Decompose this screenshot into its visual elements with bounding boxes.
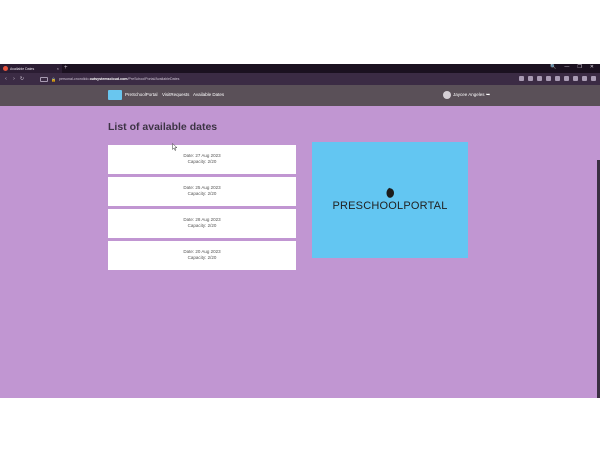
nav-brand-link[interactable]: PreSchoolPortal [125,92,158,97]
forward-icon[interactable]: › [10,76,18,82]
card-date: Date: 20 Aug 2023 [183,249,221,254]
extension-icon[interactable] [528,76,533,81]
url-domain: outsystemscloud.com [89,77,128,81]
logout-icon[interactable]: ➥ [486,92,490,98]
portal-logo-icon [386,187,394,198]
reload-icon[interactable]: ↻ [18,76,26,82]
nav-link-visit-requests[interactable]: VisitRequests [162,92,189,97]
card-capacity: Capacity: 2/20 [187,255,217,260]
extension-icon[interactable] [537,76,542,81]
address-bar: ‹ › ↻ 🔒 personal-cnondido.outsystemsclou… [0,73,600,85]
new-tab-icon[interactable]: + [64,65,68,71]
maximize-icon[interactable]: ❐ [577,65,581,70]
date-card[interactable]: Date: 27 Aug 2023 Capacity: 2/20 [108,145,296,174]
url-path: /PreSchoolPortal/AvailableDates [127,77,180,81]
close-window-icon[interactable]: ✕ [590,65,594,70]
extension-icon[interactable] [519,76,524,81]
card-date: Date: 28 Aug 2023 [183,217,221,222]
extension-icon[interactable] [573,76,578,81]
avatar[interactable] [443,91,451,99]
minimize-icon[interactable]: — [564,65,569,70]
date-card[interactable]: Date: 20 Aug 2023 Capacity: 2/20 [108,241,296,270]
mouse-cursor-icon [172,143,178,151]
url-text: personal-cnondido.outsystemscloud.com/Pr… [59,77,179,81]
extension-icon[interactable] [564,76,569,81]
extension-icons [519,76,596,81]
date-card[interactable]: Date: 25 Aug 2023 Capacity: 2/20 [108,177,296,206]
card-capacity: Capacity: 2/20 [187,223,217,228]
tab-bar: Available Dates × + 🔍 — ❐ ✕ [0,64,600,73]
tab-available-dates[interactable]: Available Dates × [0,64,62,73]
back-icon[interactable]: ‹ [2,76,10,82]
tab-close-icon[interactable]: × [57,66,59,71]
search-icon[interactable]: 🔍 [550,65,556,70]
lock-icon: 🔒 [51,76,56,82]
extension-icon[interactable] [582,76,587,81]
url-prefix: personal-cnondido. [58,77,90,81]
app-navbar: PreSchoolPortal VisitRequests Available … [0,85,600,106]
site-info-icon[interactable] [40,76,48,82]
app-logo[interactable] [108,90,122,100]
user-name[interactable]: Jaycee Angeles [453,92,485,97]
window-controls: 🔍 — ❐ ✕ [550,65,594,70]
extension-icon[interactable] [555,76,560,81]
favicon-icon [3,66,8,71]
nav-link-available-dates[interactable]: Available Dates [193,92,224,97]
card-date: Date: 27 Aug 2023 [183,153,221,158]
date-card[interactable]: Date: 28 Aug 2023 Capacity: 2/20 [108,209,296,238]
extension-icon[interactable] [546,76,551,81]
screenshot-frame: Available Dates × + 🔍 — ❐ ✕ ‹ › ↻ 🔒 pers… [0,0,600,463]
card-capacity: Capacity: 2/20 [187,159,217,164]
card-capacity: Capacity: 2/20 [187,191,217,196]
menu-icon[interactable] [591,76,596,81]
url-field[interactable]: 🔒 personal-cnondido.outsystemscloud.com/… [40,75,510,83]
promo-banner: PRESCHOOLPORTAL [312,142,468,258]
tab-title: Available Dates [10,66,35,71]
browser-window: Available Dates × + 🔍 — ❐ ✕ ‹ › ↻ 🔒 pers… [0,64,600,398]
page-title: List of available dates [108,121,218,133]
promo-text: PRESCHOOLPORTAL [332,200,448,212]
card-date: Date: 25 Aug 2023 [183,185,221,190]
